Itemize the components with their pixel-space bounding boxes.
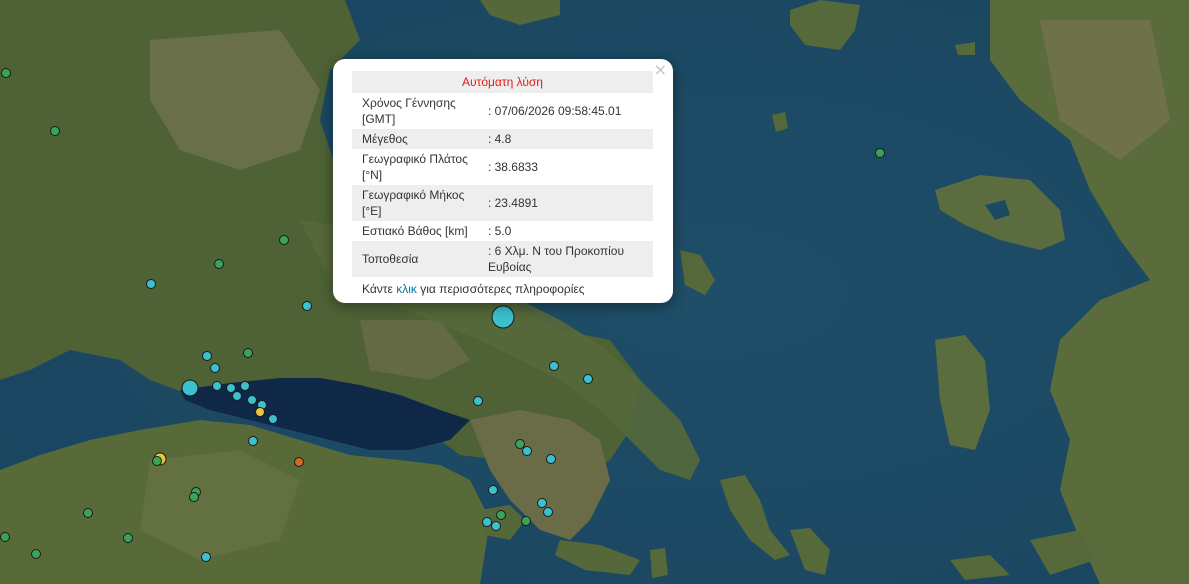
earthquake-marker[interactable] <box>515 439 525 449</box>
table-row: Μέγεθος : 4.8 <box>352 129 653 149</box>
popup-title: Αυτόματη λύση <box>352 71 653 93</box>
earthquake-marker[interactable] <box>875 148 885 158</box>
earthquake-marker[interactable] <box>83 508 93 518</box>
location-value: : 6 Χλμ. Ν του Προκοπίου Ευβοίας <box>486 241 653 277</box>
earthquake-marker[interactable] <box>232 391 242 401</box>
earthquake-marker[interactable] <box>226 383 236 393</box>
table-row: Γεωγραφικό Πλάτος [°N] : 38.6833 <box>352 149 653 185</box>
earthquake-marker[interactable] <box>546 454 556 464</box>
latitude-label: Γεωγραφικό Πλάτος [°N] <box>362 152 468 182</box>
earthquake-details-table: Αυτόματη λύση Χρόνος Γέννησης [GMT] : 07… <box>352 71 653 299</box>
earthquake-marker[interactable] <box>488 485 498 495</box>
table-row: Γεωγραφικό Μήκος [°E] : 23.4891 <box>352 185 653 221</box>
earthquake-marker[interactable] <box>543 507 553 517</box>
earthquake-marker[interactable] <box>549 361 559 371</box>
earthquake-marker[interactable] <box>240 381 250 391</box>
table-row: Τοποθεσία : 6 Χλμ. Ν του Προκοπίου Ευβοί… <box>352 241 653 277</box>
earthquake-info-popup: × Αυτόματη λύση Χρόνος Γέννησης [GMT] : … <box>333 59 673 303</box>
table-row: Εστιακό Βάθος [km] : 5.0 <box>352 221 653 241</box>
earthquake-marker[interactable] <box>214 259 224 269</box>
origin-time-value: : 07/06/2026 09:58:45.01 <box>487 104 622 118</box>
earthquake-marker[interactable] <box>189 492 199 502</box>
kea-island <box>650 548 668 578</box>
earthquake-marker[interactable] <box>302 301 312 311</box>
earthquake-marker[interactable] <box>294 457 304 467</box>
earthquake-marker[interactable] <box>1 68 11 78</box>
earthquake-marker[interactable] <box>255 407 265 417</box>
earthquake-marker[interactable] <box>146 279 156 289</box>
earthquake-marker[interactable] <box>31 549 41 559</box>
earthquake-marker[interactable] <box>201 552 211 562</box>
earthquake-marker[interactable] <box>181 379 199 397</box>
earthquake-marker[interactable] <box>202 351 212 361</box>
close-icon[interactable]: × <box>654 62 667 78</box>
table-row: Χρόνος Γέννησης [GMT] : 07/06/2026 09:58… <box>352 93 653 129</box>
earthquake-marker[interactable] <box>521 516 531 526</box>
earthquake-marker[interactable] <box>279 235 289 245</box>
earthquake-marker[interactable] <box>537 498 547 508</box>
earthquake-marker[interactable] <box>496 510 506 520</box>
note-prefix: Κάντε <box>362 282 397 296</box>
origin-time-label: Χρόνος Γέννησης [GMT] <box>362 96 456 126</box>
earthquake-marker[interactable] <box>210 363 220 373</box>
earthquake-marker[interactable] <box>152 456 162 466</box>
earthquake-marker[interactable] <box>583 374 593 384</box>
earthquake-marker[interactable] <box>268 414 278 424</box>
location-label: Τοποθεσία <box>352 241 487 277</box>
earthquake-marker-selected[interactable] <box>491 305 515 329</box>
more-info-note: Κάντε κλικ για περισσότερες πληροφορίες <box>352 277 653 299</box>
earthquake-marker[interactable] <box>0 532 10 542</box>
earthquake-marker[interactable] <box>123 533 133 543</box>
magnitude-label: Μέγεθος <box>352 129 487 149</box>
longitude-label: Γεωγραφικό Μήκος [°E] <box>352 185 487 221</box>
depth-value: : 5.0 <box>487 224 512 238</box>
more-info-link[interactable]: κλικ <box>396 282 417 296</box>
earthquake-marker[interactable] <box>522 446 532 456</box>
depth-label: Εστιακό Βάθος [km] <box>362 224 468 238</box>
latitude-value: : 38.6833 <box>487 160 538 174</box>
magnitude-value: : 4.8 <box>486 129 653 149</box>
earthquake-marker[interactable] <box>473 396 483 406</box>
earthquake-marker[interactable] <box>247 395 257 405</box>
earthquake-marker[interactable] <box>243 348 253 358</box>
note-suffix: για περισσότερες πληροφορίες <box>416 282 585 296</box>
earthquake-marker[interactable] <box>212 381 222 391</box>
earthquake-marker[interactable] <box>50 126 60 136</box>
earthquake-marker[interactable] <box>491 521 501 531</box>
earthquake-marker[interactable] <box>482 517 492 527</box>
earthquake-marker[interactable] <box>248 436 258 446</box>
longitude-value: : 23.4891 <box>486 185 653 221</box>
